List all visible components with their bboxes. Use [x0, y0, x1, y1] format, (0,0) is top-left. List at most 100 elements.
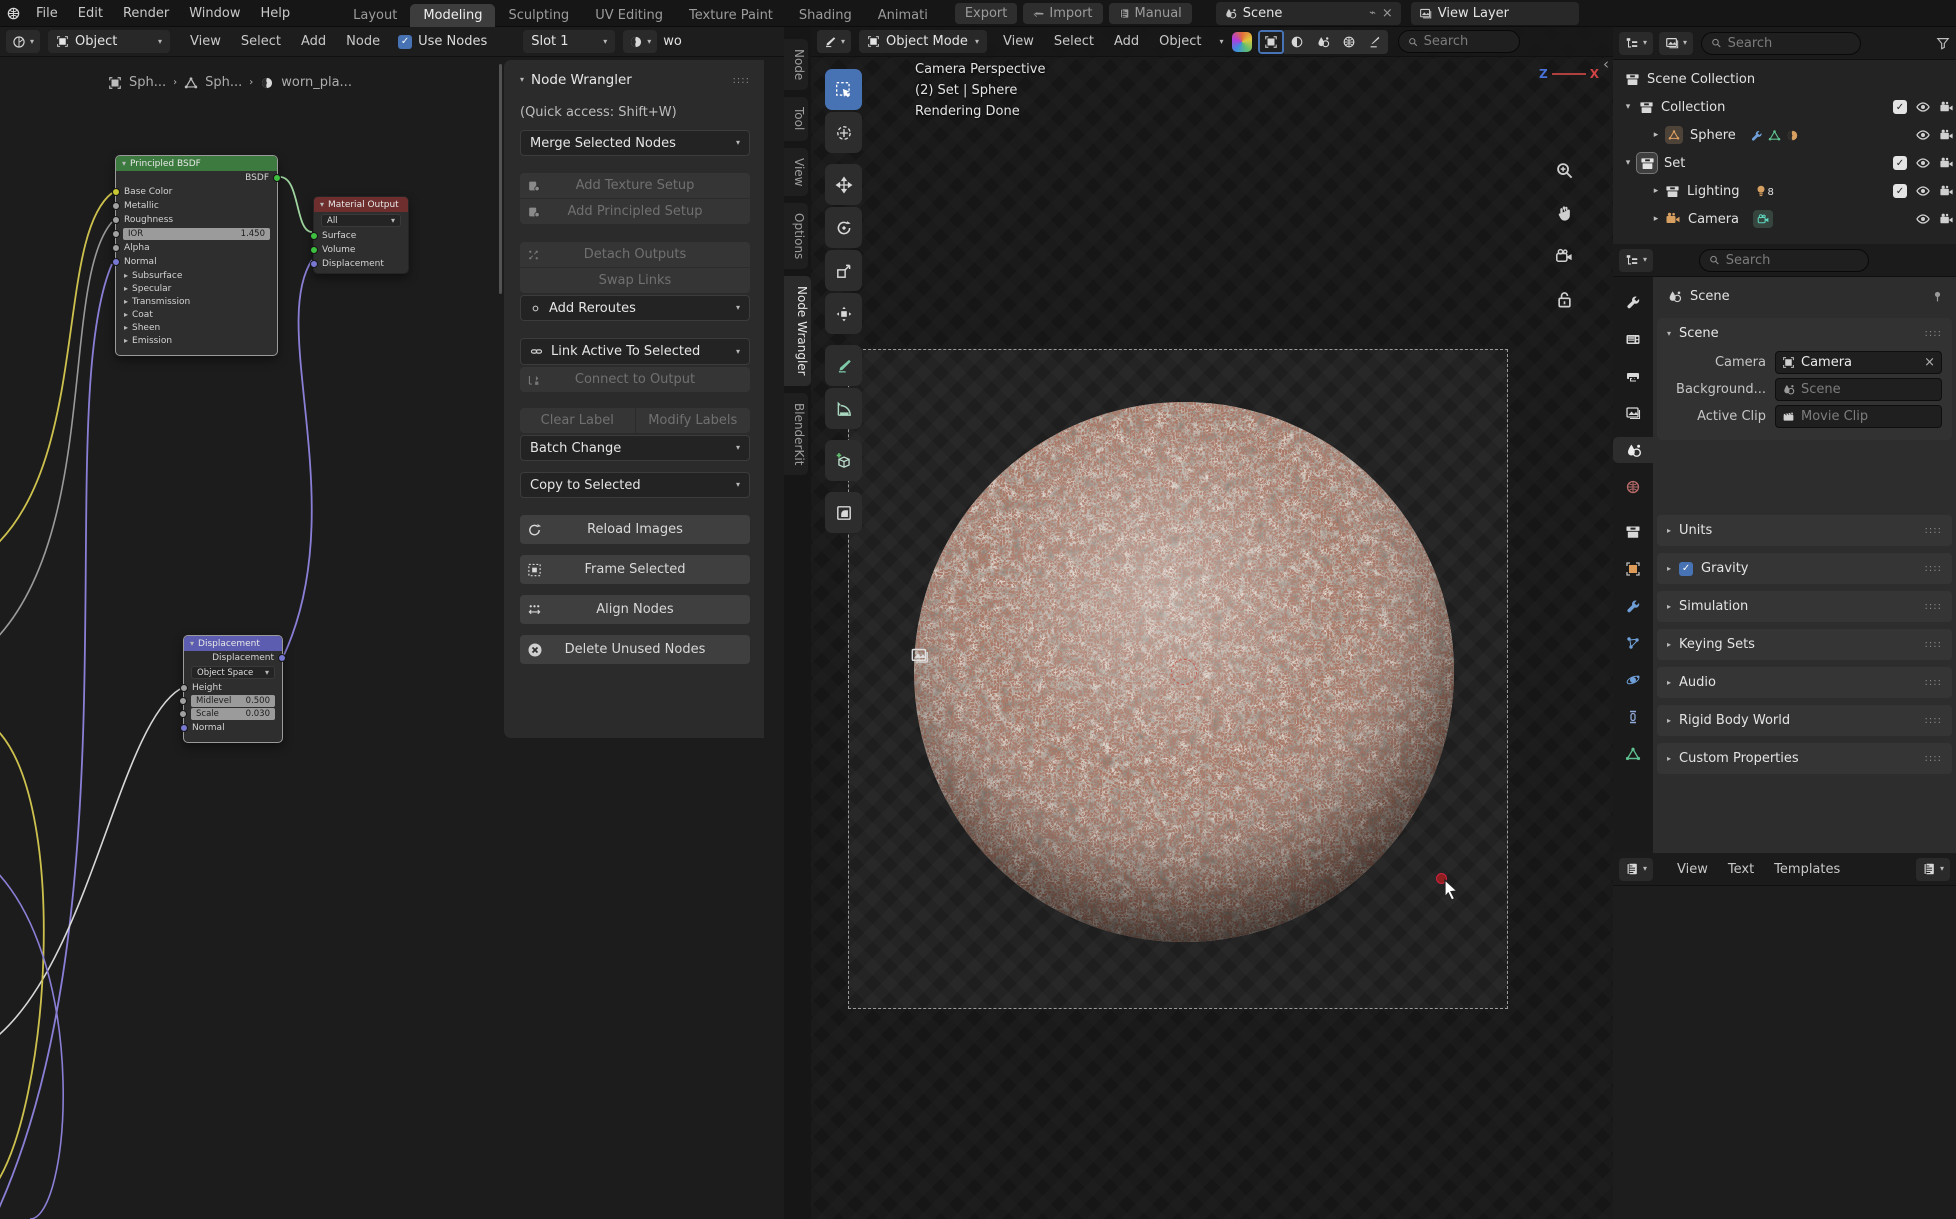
workspace-tab-sculpting[interactable]: Sculpting: [495, 4, 582, 27]
shader-type-dropdown[interactable]: Object▾: [48, 30, 170, 53]
camera-datablock-field[interactable]: Camera ×: [1775, 351, 1942, 374]
import-button[interactable]: Import: [1023, 3, 1102, 24]
measure-tool[interactable]: [825, 388, 862, 429]
menu-templates[interactable]: Templates: [1764, 862, 1850, 877]
blender-logo-icon[interactable]: [0, 6, 26, 21]
outliner-search-input[interactable]: [1728, 36, 1851, 51]
pan-hand-icon[interactable]: [1549, 198, 1579, 228]
breadcrumb-object[interactable]: Sph...: [129, 75, 166, 90]
tab-collection[interactable]: [1613, 519, 1653, 545]
view-layer-selector[interactable]: View Layer: [1411, 2, 1579, 25]
socket-bsdf-output[interactable]: [273, 174, 281, 182]
menu-edit[interactable]: Edit: [68, 6, 113, 21]
expand-icon[interactable]: ▸: [1649, 130, 1663, 140]
socket-scale[interactable]: [179, 710, 187, 718]
clear-camera-icon[interactable]: ×: [1924, 355, 1935, 370]
menu-help[interactable]: Help: [251, 6, 301, 21]
rendered-shading-icon[interactable]: [1336, 30, 1362, 54]
socket-ior[interactable]: [112, 230, 120, 238]
node-displacement[interactable]: ▾Displacement Displacement Object Space▾…: [183, 635, 283, 743]
midlevel-slider[interactable]: Midlevel0.500: [191, 695, 275, 707]
hide-eye-icon[interactable]: [1915, 183, 1931, 199]
scale-tool[interactable]: [825, 250, 862, 291]
tab-node-wrangler[interactable]: Node Wrangler: [784, 276, 811, 386]
section-gravity[interactable]: ▸✓Gravity::::: [1657, 553, 1952, 584]
menu-view[interactable]: View: [993, 34, 1044, 49]
clear-label-button[interactable]: Clear Label: [520, 408, 635, 433]
exclude-checkbox[interactable]: ✓: [1893, 156, 1907, 170]
menu-view[interactable]: View: [180, 34, 231, 49]
zoom-icon[interactable]: [1549, 155, 1579, 185]
scene-selector[interactable]: Scene ⌁×: [1216, 2, 1401, 25]
socket-height[interactable]: [180, 684, 188, 692]
socket-displacement-out[interactable]: [278, 654, 286, 662]
tab-blenderkit[interactable]: BlenderKit: [784, 393, 808, 475]
active-clip-field[interactable]: Movie Clip: [1775, 405, 1942, 428]
display-mode-dropdown[interactable]: ▾: [1659, 32, 1693, 55]
transform-tool[interactable]: [825, 293, 862, 334]
detach-outputs-button[interactable]: Detach Outputs: [520, 242, 750, 267]
node-principled-bsdf[interactable]: ▾Principled BSDF BSDF Base Color Metalli…: [115, 155, 278, 356]
editor-type-dropdown[interactable]: ▾: [1619, 32, 1653, 55]
use-nodes-checkbox[interactable]: ✓: [398, 35, 412, 49]
tab-tool[interactable]: Tool: [784, 97, 808, 140]
tab-world[interactable]: [1613, 474, 1653, 500]
hide-eye-icon[interactable]: [1915, 99, 1931, 115]
select-box-toggle-icon[interactable]: [1258, 30, 1284, 54]
socket-surface[interactable]: [310, 232, 318, 240]
material-icon[interactable]: [1786, 129, 1799, 142]
workspace-tab-animation[interactable]: Animati: [865, 4, 941, 27]
disable-render-icon[interactable]: [1939, 128, 1954, 143]
section-simulation[interactable]: ▸Simulation::::: [1657, 591, 1952, 622]
pin-icon[interactable]: [1931, 290, 1944, 303]
tab-constraints[interactable]: [1613, 704, 1653, 730]
section-keying-sets[interactable]: ▸Keying Sets::::: [1657, 629, 1952, 660]
cursor-tool[interactable]: [825, 112, 862, 153]
slot-dropdown[interactable]: Slot 1▾: [523, 30, 615, 53]
outliner-row-sphere[interactable]: ▸ Sphere: [1613, 121, 1956, 149]
gravity-checkbox[interactable]: ✓: [1679, 562, 1693, 576]
camera-view-icon[interactable]: [1549, 241, 1579, 271]
hide-eye-icon[interactable]: [1915, 155, 1931, 171]
menu-select[interactable]: Select: [231, 34, 291, 49]
menu-node[interactable]: Node: [336, 34, 390, 49]
socket-disp-normal[interactable]: [180, 724, 188, 732]
new-scene-icon[interactable]: ⌁: [1369, 6, 1376, 21]
connect-to-output-button[interactable]: Connect to Output: [520, 367, 750, 392]
hide-eye-icon[interactable]: [1915, 127, 1931, 143]
solid-shading-icon[interactable]: [1284, 30, 1310, 54]
object-origin-gizmo[interactable]: [1171, 659, 1197, 685]
merge-selected-nodes-dropdown[interactable]: Merge Selected Nodes▾: [520, 130, 750, 156]
tab-modifiers[interactable]: [1613, 593, 1653, 619]
outliner-search[interactable]: [1701, 32, 1861, 55]
material-datablock-dropdown[interactable]: ▾: [623, 30, 657, 53]
menu-render[interactable]: Render: [113, 6, 179, 21]
socket-metallic[interactable]: [112, 202, 120, 210]
breadcrumb-mesh[interactable]: Sph...: [205, 75, 242, 90]
material-name-field[interactable]: wo: [663, 34, 682, 49]
output-target-dropdown[interactable]: All▾: [321, 214, 401, 227]
copy-to-selected-dropdown[interactable]: Copy to Selected▾: [520, 472, 750, 498]
outliner-row-lighting[interactable]: ▸ Lighting 8 ✓: [1613, 177, 1956, 205]
tab-view-layer[interactable]: [1613, 400, 1653, 426]
tab-options[interactable]: Options: [784, 203, 808, 269]
editor-type-dropdown[interactable]: ▾: [817, 30, 851, 53]
menu-text[interactable]: Text: [1718, 862, 1764, 877]
menu-file[interactable]: File: [26, 6, 68, 21]
align-nodes-button[interactable]: Align Nodes: [520, 595, 750, 624]
tab-physics[interactable]: [1613, 667, 1653, 693]
viewport-3d[interactable]: ▾ Object Mode▾ View Select Add Object ▾ …: [811, 27, 1613, 1219]
exclude-checkbox[interactable]: ✓: [1893, 100, 1907, 114]
text-datablock-dropdown[interactable]: ▾: [1916, 858, 1950, 881]
socket-base-color[interactable]: [112, 188, 120, 196]
modifier-wrench-icon[interactable]: [1750, 129, 1763, 142]
delete-unused-nodes-button[interactable]: Delete Unused Nodes: [520, 635, 750, 664]
menu-window[interactable]: Window: [179, 6, 250, 21]
disable-render-icon[interactable]: [1939, 156, 1954, 171]
swap-links-button[interactable]: Swap Links: [520, 268, 750, 293]
workspace-tab-shading[interactable]: Shading: [786, 4, 865, 27]
panel-scrollbar[interactable]: [499, 64, 502, 294]
sidebar-collapse-icon[interactable]: ‹: [1603, 55, 1609, 73]
tab-render[interactable]: [1613, 326, 1653, 352]
disable-render-icon[interactable]: [1939, 184, 1954, 199]
